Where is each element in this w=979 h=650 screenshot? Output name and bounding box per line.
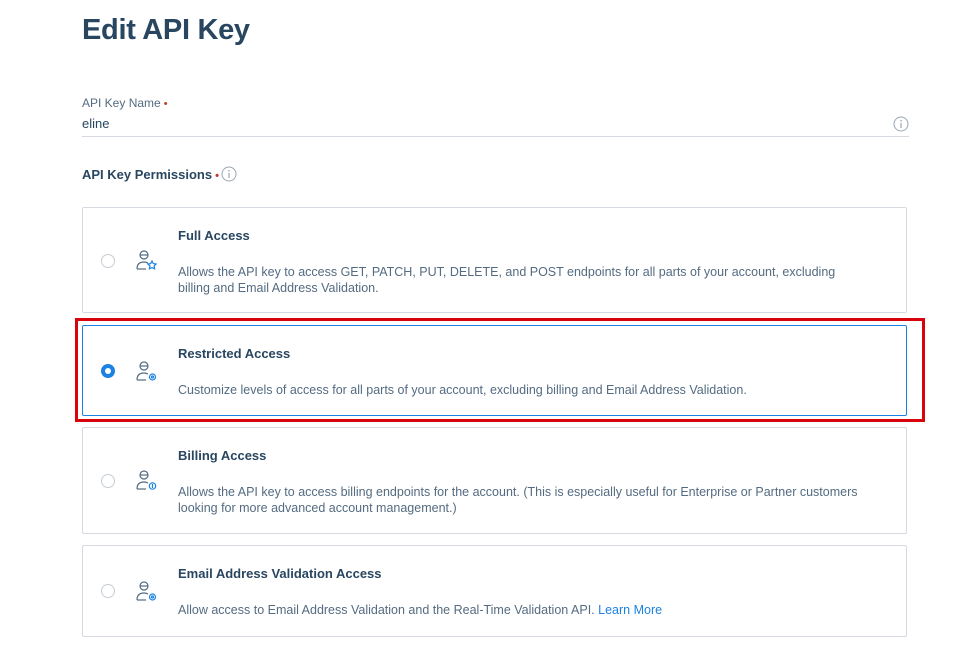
option-title: Billing Access bbox=[178, 448, 267, 463]
option-email-validation-access[interactable]: Email Address Validation Access Allow ac… bbox=[82, 545, 907, 637]
permissions-label: API Key Permissions • bbox=[82, 167, 219, 182]
api-key-name-label: API Key Name • bbox=[82, 96, 168, 110]
option-billing-access[interactable]: Billing Access Allows the API key to acc… bbox=[82, 427, 907, 534]
api-key-name-input[interactable]: eline bbox=[82, 116, 109, 131]
option-title: Full Access bbox=[178, 228, 250, 243]
required-mark: • bbox=[215, 170, 219, 182]
radio-billing-access[interactable] bbox=[101, 474, 115, 488]
page-title: Edit API Key bbox=[82, 14, 250, 46]
option-title: Restricted Access bbox=[178, 346, 291, 361]
option-title: Email Address Validation Access bbox=[178, 566, 382, 581]
option-description: Allow access to Email Address Validation… bbox=[178, 603, 663, 617]
option-description: Allows the API key to access billing end… bbox=[178, 485, 858, 515]
user-star-icon bbox=[135, 248, 159, 272]
info-icon[interactable] bbox=[221, 166, 237, 182]
user-gear-icon bbox=[135, 579, 159, 603]
radio-full-access[interactable] bbox=[101, 254, 115, 268]
user-gear-icon bbox=[135, 359, 159, 383]
info-icon[interactable] bbox=[893, 116, 909, 132]
user-dollar-icon bbox=[135, 468, 159, 492]
option-full-access[interactable]: Full Access Allows the API key to access… bbox=[82, 207, 907, 313]
radio-restricted-access[interactable] bbox=[101, 364, 115, 378]
required-mark: • bbox=[163, 98, 168, 110]
option-description: Customize levels of access for all parts… bbox=[178, 383, 747, 397]
option-description: Allows the API key to access GET, PATCH,… bbox=[178, 265, 836, 295]
option-restricted-access[interactable]: Restricted Access Customize levels of ac… bbox=[82, 325, 907, 416]
learn-more-link[interactable]: Learn More bbox=[598, 603, 662, 617]
api-key-name-field[interactable]: API Key Name • eline bbox=[82, 96, 909, 137]
radio-email-validation-access[interactable] bbox=[101, 584, 115, 598]
